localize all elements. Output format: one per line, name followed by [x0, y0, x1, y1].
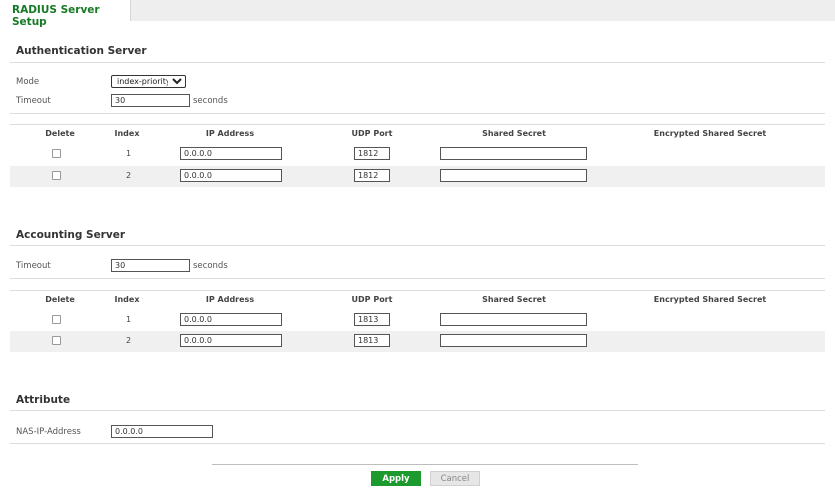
shared-secret-input[interactable] [440, 313, 587, 326]
col-shared-secret: Shared Secret [482, 129, 546, 138]
nas-ip-address-label: NAS-IP-Address [16, 427, 81, 437]
col-index: Index [114, 129, 140, 138]
row-index: 2 [126, 171, 132, 180]
ip-address-input[interactable] [180, 334, 282, 347]
udp-port-input[interactable] [354, 313, 390, 326]
table-row: 2 [10, 331, 825, 352]
action-divider [212, 464, 638, 465]
col-encrypted-shared-secret: Encrypted Shared Secret [653, 129, 767, 138]
col-ip-address: IP Address [205, 295, 255, 304]
delete-checkbox[interactable] [52, 315, 61, 324]
nas-ip-address-input[interactable] [111, 425, 213, 438]
table-row: 1 [10, 144, 825, 165]
row-index: 1 [126, 149, 132, 158]
authentication-server-title: Authentication Server [16, 45, 147, 57]
divider [10, 410, 825, 411]
auth-timeout-unit: seconds [193, 96, 228, 106]
attribute-title: Attribute [16, 394, 71, 406]
divider [10, 278, 825, 279]
row-index: 1 [126, 315, 132, 324]
udp-port-input[interactable] [354, 169, 390, 182]
table-row: 1 [10, 310, 825, 331]
accounting-server-title: Accounting Server [16, 229, 126, 241]
divider [10, 113, 825, 114]
col-udp-port: UDP Port [351, 129, 393, 138]
ip-address-input[interactable] [180, 147, 282, 160]
delete-checkbox[interactable] [52, 171, 61, 180]
acct-timeout-unit: seconds [193, 261, 228, 271]
col-udp-port: UDP Port [351, 295, 393, 304]
col-index: Index [114, 295, 140, 304]
mode-select[interactable]: index-priority [111, 75, 186, 88]
tab-label: RADIUS Server Setup [12, 4, 100, 28]
acct-table-header: Delete Index IP Address UDP Port Shared … [10, 291, 825, 310]
auth-timeout-label: Timeout [16, 96, 51, 106]
divider [10, 443, 825, 444]
delete-checkbox[interactable] [52, 149, 61, 158]
auth-table-header: Delete Index IP Address UDP Port Shared … [10, 125, 825, 144]
tab-radius-server-setup[interactable]: RADIUS Server Setup [0, 0, 131, 28]
udp-port-input[interactable] [354, 147, 390, 160]
col-delete: Delete [45, 295, 75, 304]
shared-secret-input[interactable] [440, 334, 587, 347]
mode-label: Mode [16, 77, 40, 87]
shared-secret-input[interactable] [440, 169, 587, 182]
table-row: 2 [10, 166, 825, 187]
divider [10, 245, 825, 246]
row-index: 2 [126, 336, 132, 345]
apply-button[interactable]: Apply [371, 471, 421, 486]
acct-timeout-label: Timeout [16, 261, 51, 271]
col-ip-address: IP Address [205, 129, 255, 138]
ip-address-input[interactable] [180, 169, 282, 182]
acct-timeout-input[interactable] [111, 259, 190, 272]
cancel-button[interactable]: Cancel [430, 471, 480, 486]
ip-address-input[interactable] [180, 313, 282, 326]
delete-checkbox[interactable] [52, 336, 61, 345]
tab-bar: RADIUS Server Setup [0, 0, 835, 28]
udp-port-input[interactable] [354, 334, 390, 347]
col-delete: Delete [45, 129, 75, 138]
col-shared-secret: Shared Secret [482, 295, 546, 304]
shared-secret-input[interactable] [440, 147, 587, 160]
auth-timeout-input[interactable] [111, 94, 190, 107]
col-encrypted-shared-secret: Encrypted Shared Secret [653, 295, 767, 304]
divider [10, 62, 825, 63]
